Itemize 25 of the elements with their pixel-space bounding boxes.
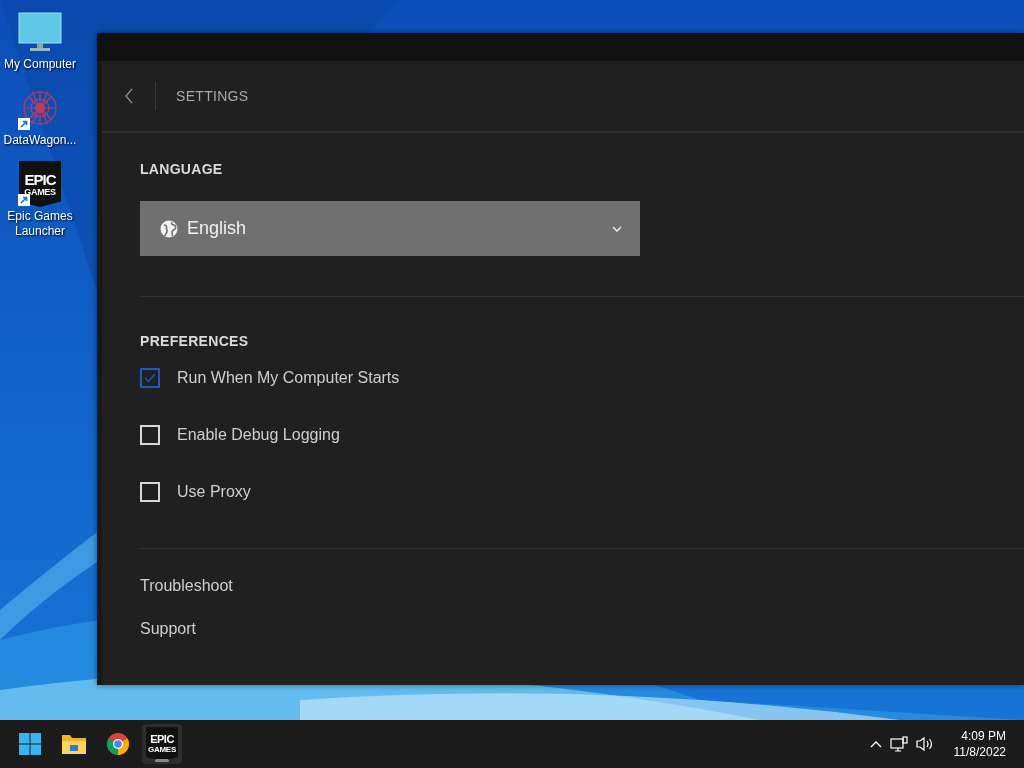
- chevron-left-icon: [123, 88, 134, 104]
- chevron-down-icon: [612, 225, 622, 232]
- page-title: SETTINGS: [176, 88, 249, 104]
- globe-icon: [160, 219, 178, 238]
- browser-icon: [106, 732, 130, 756]
- checkbox[interactable]: [140, 367, 160, 388]
- settings-link[interactable]: Troubleshoot: [140, 577, 233, 595]
- windows-logo-icon: [19, 733, 41, 755]
- settings-link[interactable]: Support: [140, 620, 197, 638]
- clock[interactable]: 4:09 PM 11/8/2022: [953, 728, 1006, 760]
- desktop-icon-label: DataWagon...: [2, 133, 78, 148]
- language-dropdown[interactable]: English: [140, 201, 640, 256]
- checkbox-label: Run When My Computer Starts: [177, 368, 400, 387]
- folder-icon: [61, 733, 87, 755]
- chevron-up-icon[interactable]: [869, 740, 882, 748]
- checkbox-label: Enable Debug Logging: [177, 425, 340, 444]
- desktop-icon-label: My Computer: [3, 57, 77, 72]
- section-heading: PREFERENCES: [140, 333, 250, 349]
- section-heading: LANGUAGE: [140, 161, 224, 177]
- network-icon[interactable]: [889, 736, 908, 752]
- checkbox-label: Use Proxy: [177, 482, 251, 501]
- desktop-icon-label: Epic Games Launcher: [6, 209, 74, 239]
- speaker-icon[interactable]: [915, 736, 934, 752]
- check-icon: [144, 372, 156, 383]
- epic-logo: EPIC GAMES: [19, 161, 61, 207]
